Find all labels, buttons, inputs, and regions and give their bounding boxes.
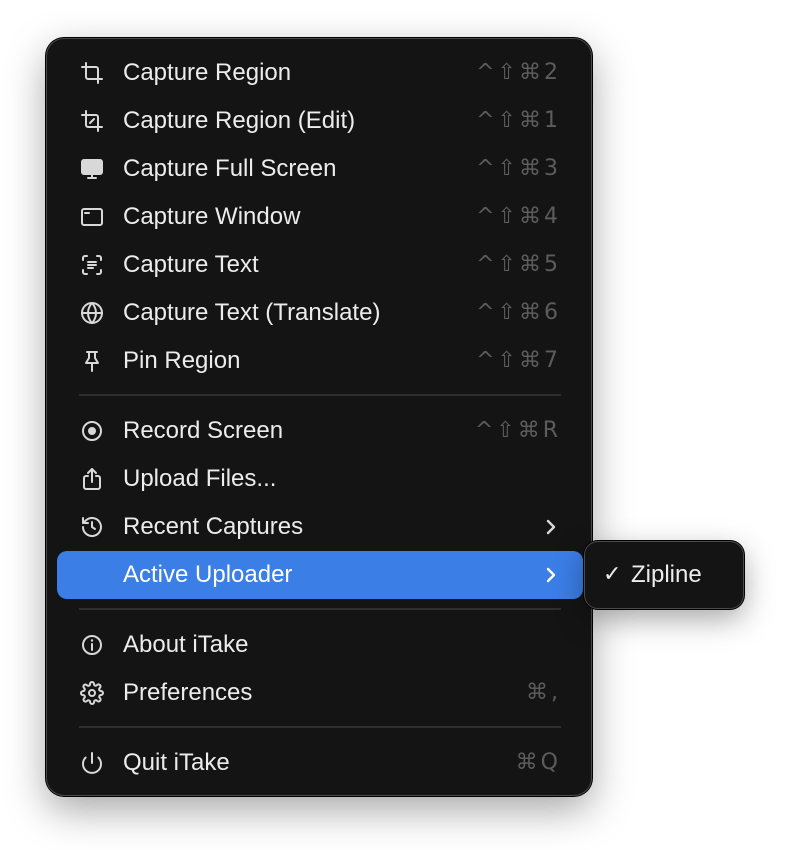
keyboard-shortcut: ^⇧⌘2 — [476, 60, 561, 85]
keyboard-shortcut: ^⇧⌘3 — [476, 156, 561, 181]
upload-icon — [80, 467, 104, 491]
text-viewfinder-icon — [80, 253, 104, 277]
menu-separator — [79, 394, 561, 396]
menu-item-label: Active Uploader — [123, 561, 293, 588]
menu-item-label: About iTake — [123, 631, 249, 658]
menu-item-label: Capture Full Screen — [123, 155, 337, 182]
menu-item-label: Capture Region — [123, 59, 292, 86]
keyboard-shortcut: ^⇧⌘1 — [476, 108, 561, 133]
menu-item-quit[interactable]: Quit iTake ⌘Q — [57, 739, 583, 787]
menu-item-label: Recent Captures — [123, 513, 304, 540]
keyboard-shortcut: ⌘Q — [515, 750, 561, 775]
menu-item-capture-region-edit[interactable]: Capture Region (Edit) ^⇧⌘1 — [57, 97, 583, 145]
keyboard-shortcut: ^⇧⌘5 — [476, 252, 561, 277]
chevron-right-icon — [541, 517, 561, 537]
context-menu: Capture Region ^⇧⌘2 Capture Region (Edit… — [46, 38, 592, 796]
globe-icon — [80, 301, 104, 325]
menu-item-label: Capture Region (Edit) — [123, 107, 356, 134]
submenu-item-label: Zipline — [631, 561, 702, 588]
submenu-item-zipline[interactable]: ✓ Zipline — [593, 552, 735, 598]
menu-separator — [79, 726, 561, 728]
window-icon — [80, 205, 104, 229]
menu-item-recent-captures[interactable]: Recent Captures — [57, 503, 583, 551]
menu-item-label: Record Screen — [123, 417, 284, 444]
menu-item-active-uploader[interactable]: Active Uploader — [57, 551, 583, 599]
menu-item-capture-full-screen[interactable]: Capture Full Screen ^⇧⌘3 — [57, 145, 583, 193]
menu-item-pin-region[interactable]: Pin Region ^⇧⌘7 — [57, 337, 583, 385]
menu-item-upload-files[interactable]: Upload Files... — [57, 455, 583, 503]
keyboard-shortcut: ^⇧⌘6 — [476, 300, 561, 325]
menu-item-label: Capture Window — [123, 203, 301, 230]
menu-item-label: Pin Region — [123, 347, 241, 374]
menu-item-preferences[interactable]: Preferences ⌘, — [57, 669, 583, 717]
menu-item-capture-window[interactable]: Capture Window ^⇧⌘4 — [57, 193, 583, 241]
menu-item-about[interactable]: About iTake — [57, 621, 583, 669]
keyboard-shortcut: ⌘, — [526, 680, 561, 705]
menu-item-capture-text[interactable]: Capture Text ^⇧⌘5 — [57, 241, 583, 289]
crop-edit-icon — [80, 109, 104, 133]
crop-icon — [80, 61, 104, 85]
display-icon — [80, 157, 104, 181]
menu-item-label: Capture Text (Translate) — [123, 299, 381, 326]
checkmark-icon: ✓ — [603, 562, 622, 587]
info-icon — [80, 633, 104, 657]
record-icon — [80, 419, 104, 443]
pin-icon — [80, 349, 104, 373]
keyboard-shortcut: ^⇧⌘4 — [476, 204, 561, 229]
history-icon — [80, 515, 104, 539]
active-uploader-submenu: ✓ Zipline — [584, 541, 744, 609]
menu-item-capture-region[interactable]: Capture Region ^⇧⌘2 — [57, 49, 583, 97]
keyboard-shortcut: ^⇧⌘7 — [476, 348, 561, 373]
menu-item-label: Upload Files... — [123, 465, 277, 492]
chevron-right-icon — [541, 565, 561, 585]
keyboard-shortcut: ^⇧⌘R — [474, 418, 561, 443]
menu-item-label: Preferences — [123, 679, 253, 706]
menu-separator — [79, 608, 561, 610]
power-icon — [80, 751, 104, 775]
menu-item-label: Quit iTake — [123, 749, 230, 776]
menu-item-record-screen[interactable]: Record Screen ^⇧⌘R — [57, 407, 583, 455]
gear-icon — [80, 681, 104, 705]
menu-item-capture-text-translate[interactable]: Capture Text (Translate) ^⇧⌘6 — [57, 289, 583, 337]
menu-item-label: Capture Text — [123, 251, 259, 278]
